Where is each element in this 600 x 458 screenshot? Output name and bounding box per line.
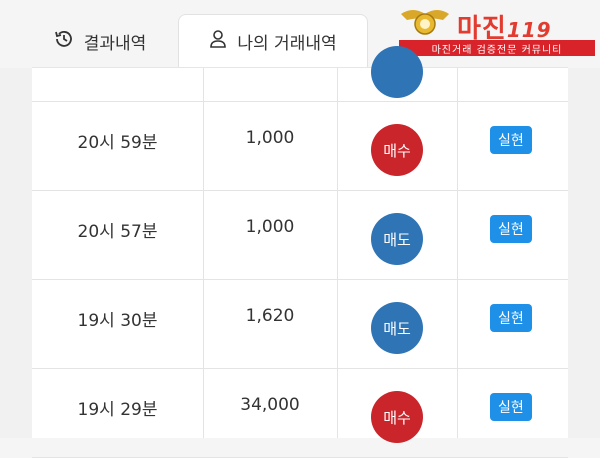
trade-time: 20시 57분 [77,222,158,242]
status-badge: 실현 [490,215,532,243]
trade-amount: 1,620 [245,306,295,326]
trade-table: 20시 59분 1,000 매수 실현 20시 57분 1,000 매도 실현 … [32,46,568,458]
trade-amount: 1,000 [245,217,295,237]
table-row: 19시 29분 34,000 매수 실현 [32,369,568,458]
trade-type-badge: 매도 [371,213,423,265]
type-circle-partial [371,46,423,98]
trade-type-badge: 매수 [371,124,423,176]
trade-type-badge: 매도 [371,302,423,354]
status-badge: 실현 [490,393,532,421]
table-row-partial [32,13,568,102]
trade-amount: 34,000 [240,395,300,415]
table-row: 20시 57분 1,000 매도 실현 [32,191,568,280]
trade-type-badge: 매수 [371,391,423,443]
table-row: 20시 59분 1,000 매수 실현 [32,102,568,191]
table-row: 19시 30분 1,620 매도 실현 [32,280,568,369]
status-badge: 실현 [490,126,532,154]
trade-amount: 1,000 [245,128,295,148]
trade-time: 19시 30분 [77,311,158,331]
trade-time: 19시 29분 [77,400,158,420]
status-badge: 실현 [490,304,532,332]
trade-time: 20시 59분 [77,133,158,153]
